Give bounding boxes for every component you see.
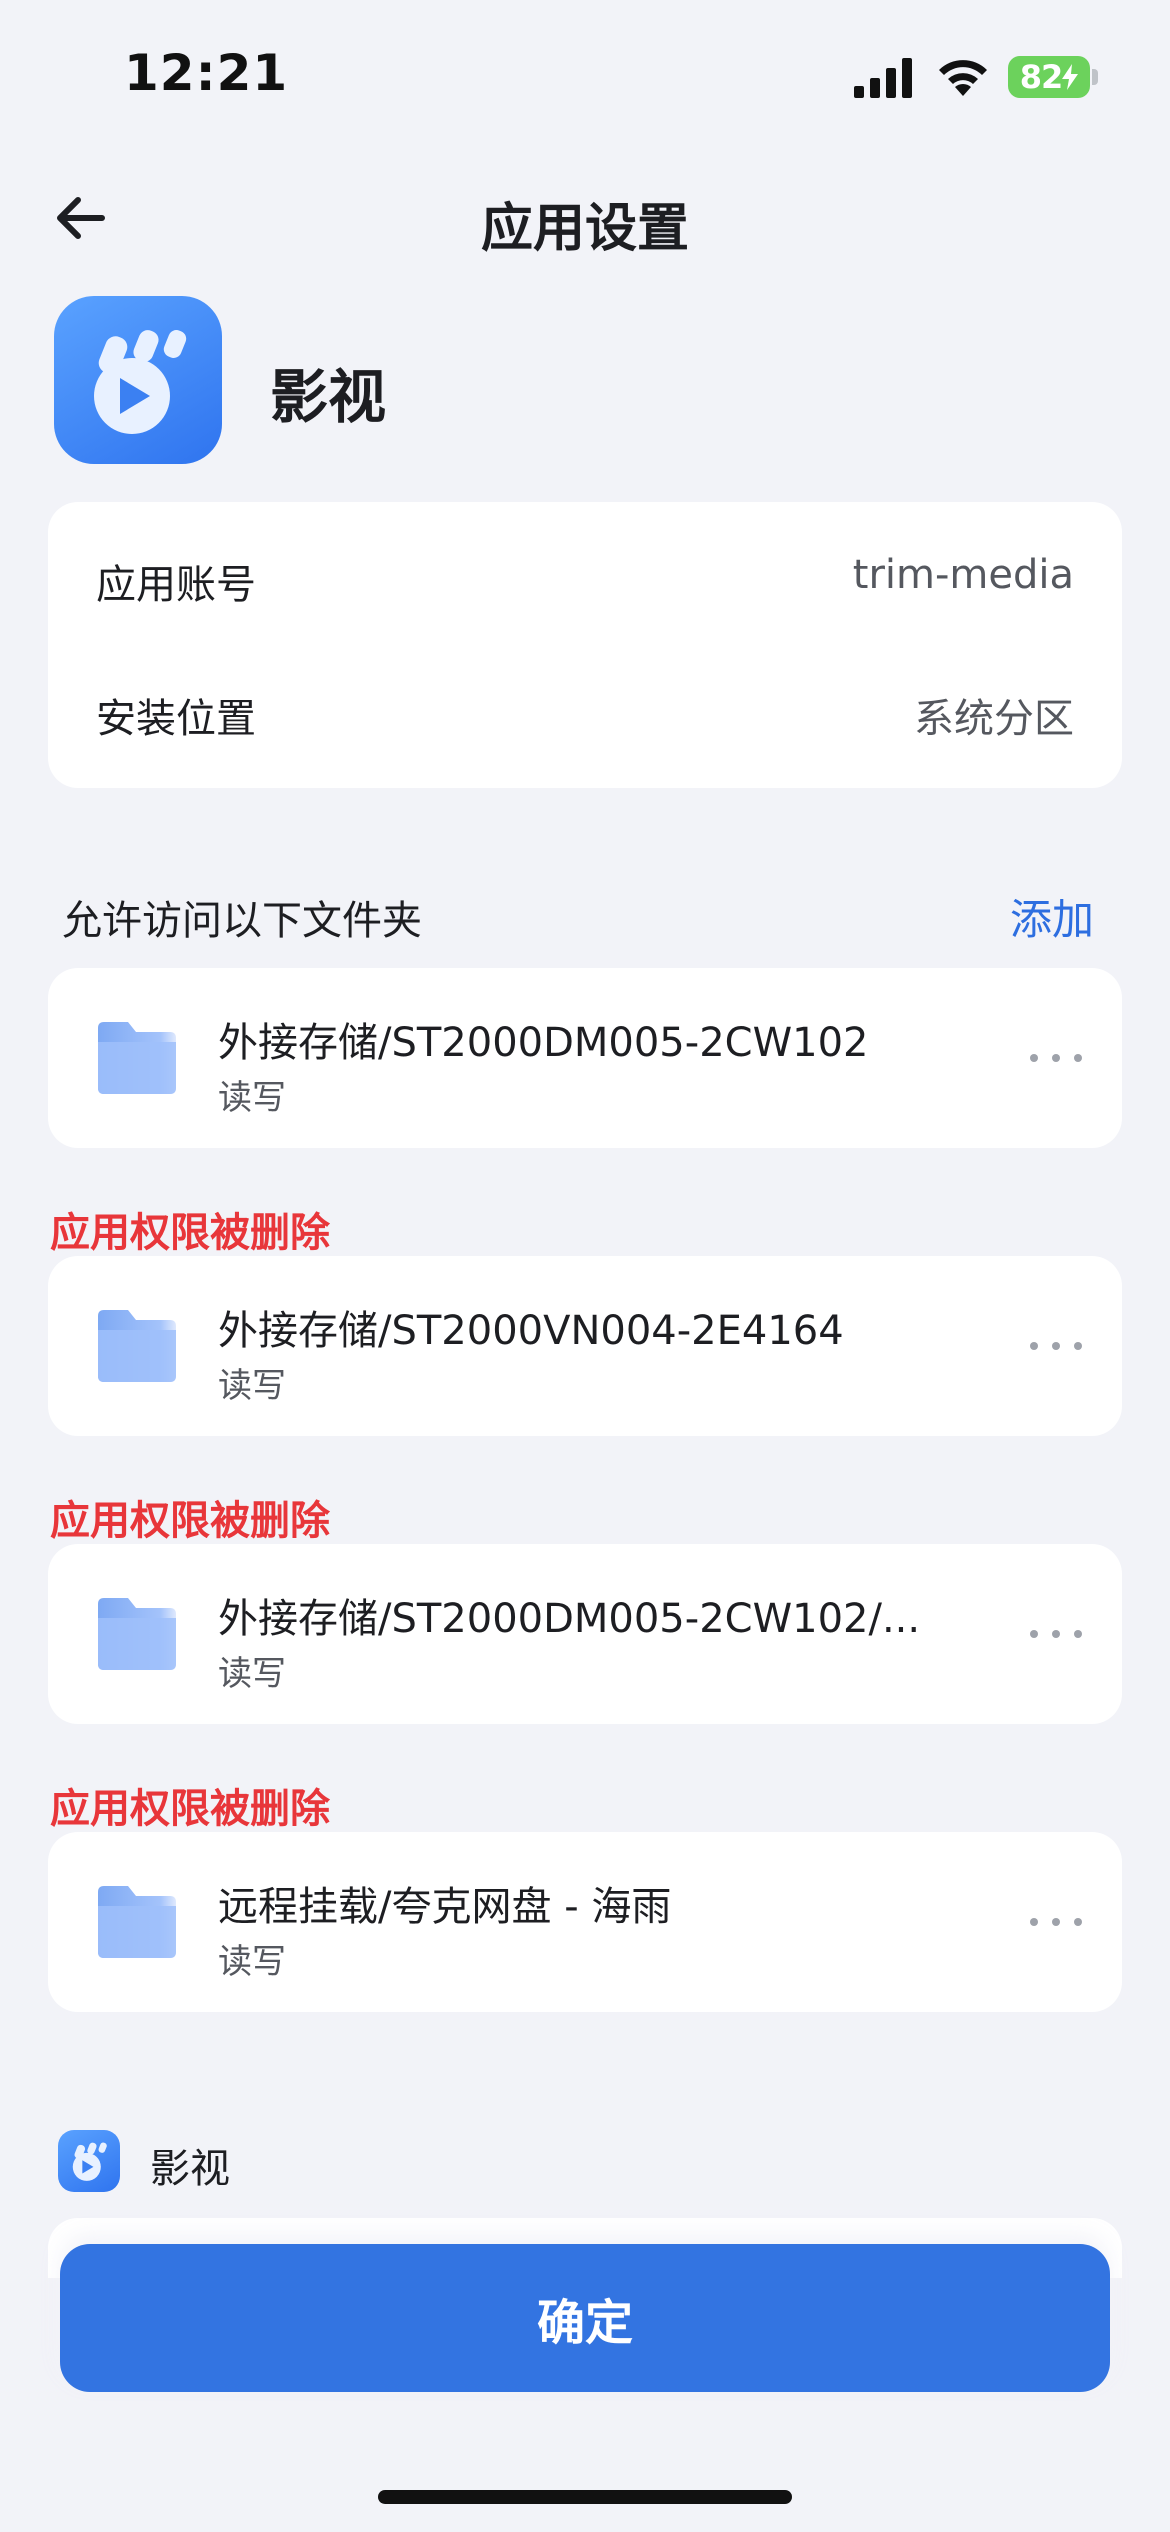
more-options-icon[interactable]: [1016, 1902, 1096, 1942]
install-location-value: 系统分区: [914, 696, 1074, 742]
folder-icon: [98, 1310, 176, 1382]
more-options-icon[interactable]: [1016, 1326, 1096, 1366]
folder-permission: 读写: [218, 1942, 286, 1982]
account-value: trim-media: [852, 552, 1074, 598]
folders-section-label: 允许访问以下文件夹: [62, 898, 422, 944]
permission-removed-warning: 应用权限被删除: [50, 1210, 330, 1256]
more-options-icon[interactable]: [1016, 1614, 1096, 1654]
status-time: 12:21: [124, 44, 289, 102]
app-video-icon-small: [58, 2130, 120, 2192]
folder-path: 远程挂载/夸克网盘 - 海雨: [218, 1884, 672, 1930]
app-info-card: [48, 502, 1122, 788]
permission-removed-warning: 应用权限被删除: [50, 1786, 330, 1832]
permission-removed-warning: 应用权限被删除: [50, 1498, 330, 1544]
folder-path: 外接存储/ST2000DM005-2CW102: [218, 1020, 869, 1066]
battery-charging-icon: 82: [1008, 56, 1090, 98]
folder-icon: [98, 1022, 176, 1094]
account-label: 应用账号: [96, 562, 256, 608]
folder-path: 外接存储/ST2000DM005-2CW102/...: [218, 1596, 921, 1642]
folder-icon: [98, 1886, 176, 1958]
battery-cap: [1092, 69, 1098, 85]
app-video-icon: [54, 296, 222, 464]
folder-icon: [98, 1598, 176, 1670]
bottom-app-name: 影视: [150, 2146, 230, 2192]
home-indicator: [378, 2490, 792, 2504]
confirm-button[interactable]: 确定: [60, 2244, 1110, 2392]
bolt-icon: [1062, 64, 1079, 90]
folder-permission: 读写: [218, 1366, 286, 1406]
folder-permission: 读写: [218, 1078, 286, 1118]
battery-level: 82: [1019, 58, 1064, 96]
cellular-signal-icon: [854, 58, 912, 98]
add-folder-button[interactable]: 添加: [1010, 886, 1094, 947]
more-options-icon[interactable]: [1016, 1038, 1096, 1078]
folder-path: 外接存储/ST2000VN004-2E4164: [218, 1308, 844, 1354]
folder-permission: 读写: [218, 1654, 286, 1694]
app-name: 影视: [270, 363, 387, 431]
wifi-icon: [939, 60, 987, 96]
page-title: 应用设置: [480, 199, 689, 259]
install-location-label: 安装位置: [96, 696, 256, 742]
